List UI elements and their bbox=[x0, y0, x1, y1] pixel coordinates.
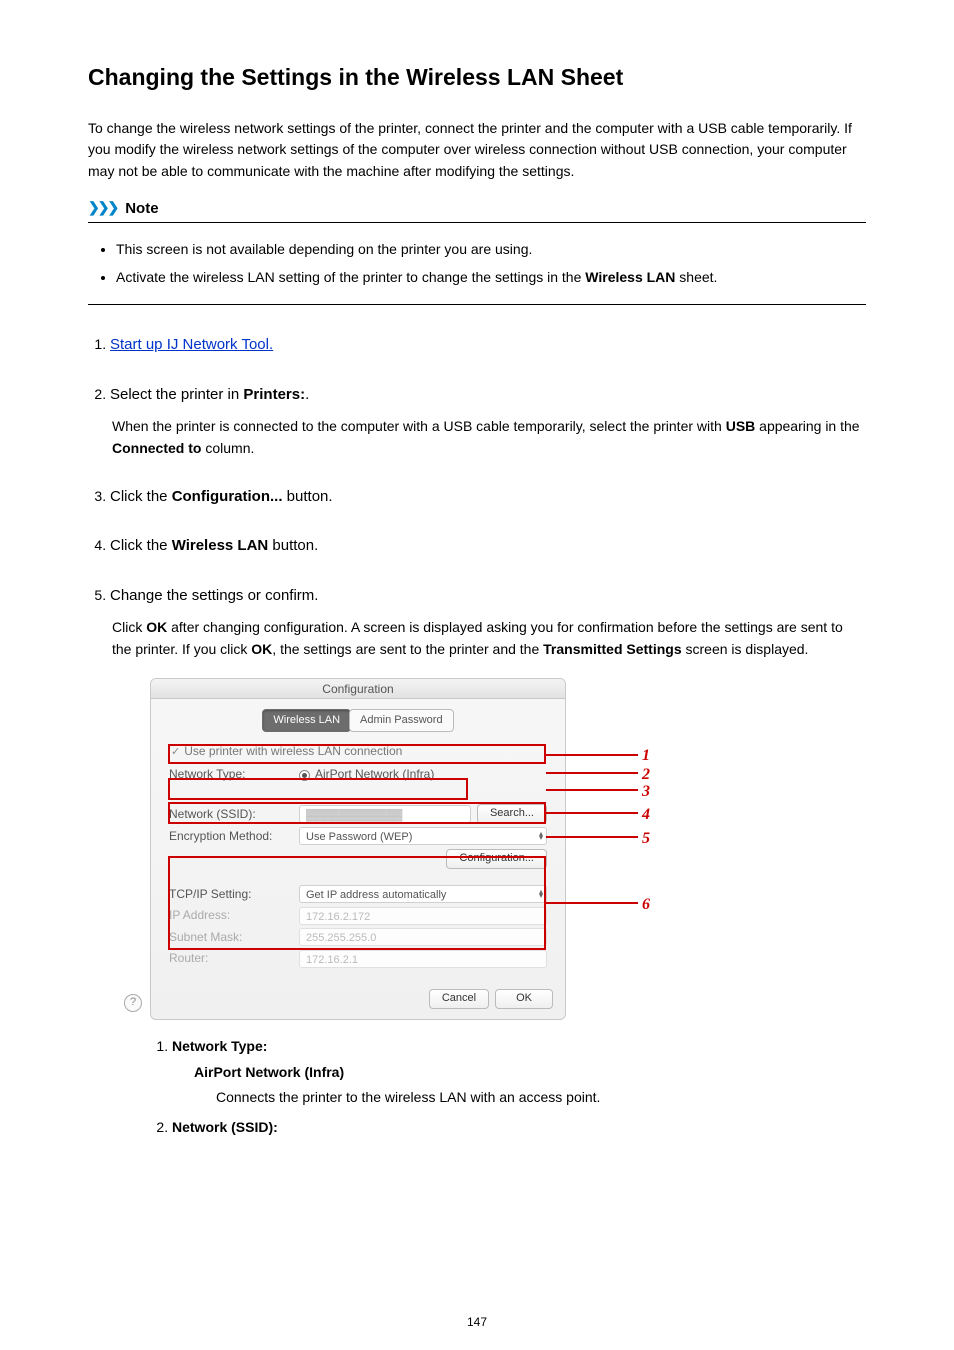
callout-num-4: 4 bbox=[642, 803, 650, 828]
intro-paragraph: To change the wireless network settings … bbox=[88, 118, 866, 183]
cancel-button[interactable]: Cancel bbox=[429, 989, 489, 1009]
subnet-mask-label: Subnet Mask: bbox=[169, 928, 299, 947]
config-dialog: Configuration Wireless LAN Admin Passwor… bbox=[150, 678, 566, 1020]
dialog-titlebar: Configuration bbox=[151, 679, 565, 699]
dialog-tabs: Wireless LAN Admin Password bbox=[151, 699, 565, 732]
use-printer-checkbox[interactable]: Use printer with wireless LAN connection bbox=[169, 742, 547, 761]
configuration-button[interactable]: Configuration... bbox=[446, 849, 547, 869]
search-button[interactable]: Search... bbox=[477, 804, 547, 824]
chevron-updown-icon: ▴▾ bbox=[539, 832, 543, 840]
steps-list: Start up IJ Network Tool. Select the pri… bbox=[88, 333, 866, 1138]
ip-address-label: IP Address: bbox=[169, 906, 299, 925]
page-title: Changing the Settings in the Wireless LA… bbox=[88, 60, 866, 96]
named-item-1: Network Type: AirPort Network (Infra) Co… bbox=[172, 1036, 866, 1109]
step-5-body: Click OK after changing configuration. A… bbox=[110, 617, 866, 660]
step-2: Select the printer in Printers:. When th… bbox=[110, 383, 866, 460]
note-item-2: Activate the wireless LAN setting of the… bbox=[116, 267, 866, 289]
page: Changing the Settings in the Wireless LA… bbox=[0, 0, 954, 1350]
page-number: 147 bbox=[467, 1313, 487, 1332]
network-type-value: AirPort Network (Infra) bbox=[315, 767, 434, 781]
note-header: ❯❯❯ Note bbox=[88, 197, 866, 223]
ip-address-field: 172.16.2.172 bbox=[299, 907, 547, 925]
step-2-body: When the printer is connected to the com… bbox=[110, 416, 866, 459]
note-arrows-icon: ❯❯❯ bbox=[88, 197, 117, 219]
router-label: Router: bbox=[169, 949, 299, 968]
tcpip-select[interactable]: Get IP address automatically bbox=[299, 885, 547, 903]
callout-num-3: 3 bbox=[642, 780, 650, 805]
start-ij-network-tool-link[interactable]: Start up IJ Network Tool. bbox=[110, 336, 273, 353]
config-dialog-figure: Configuration Wireless LAN Admin Passwor… bbox=[150, 678, 706, 1020]
subnet-mask-field: 255.255.255.0 bbox=[299, 928, 547, 946]
network-type-label: Network Type: bbox=[169, 765, 299, 784]
note-title: Note bbox=[125, 197, 158, 220]
step-4: Click the Wireless LAN button. bbox=[110, 534, 866, 557]
chevron-updown-icon: ▴▾ bbox=[539, 890, 543, 898]
callout-num-6: 6 bbox=[642, 893, 650, 918]
callout-num-5: 5 bbox=[642, 827, 650, 852]
note-item-1: This screen is not available depending o… bbox=[116, 239, 866, 261]
airport-radio[interactable] bbox=[299, 770, 310, 781]
help-icon[interactable]: ? bbox=[124, 994, 142, 1012]
tab-admin-password[interactable]: Admin Password bbox=[349, 709, 454, 732]
encryption-label: Encryption Method: bbox=[169, 827, 299, 846]
step-1: Start up IJ Network Tool. bbox=[110, 333, 866, 356]
router-field: 172.16.2.1 bbox=[299, 950, 547, 968]
ssid-field[interactable]: ▓▓▓▓▓▓▓▓▓▓▓▓ bbox=[299, 805, 471, 823]
note-block: ❯❯❯ Note This screen is not available de… bbox=[88, 197, 866, 306]
named-item-2: Network (SSID): bbox=[172, 1117, 866, 1139]
encryption-select[interactable]: Use Password (WEP) bbox=[299, 827, 547, 845]
step-5: Change the settings or confirm. Click OK… bbox=[110, 584, 866, 1139]
ok-button[interactable]: OK bbox=[495, 989, 553, 1009]
step-3: Click the Configuration... button. bbox=[110, 485, 866, 508]
ssid-label: Network (SSID): bbox=[169, 805, 299, 824]
note-body: This screen is not available depending o… bbox=[88, 223, 866, 305]
tcpip-label: TCP/IP Setting: bbox=[169, 885, 299, 904]
airport-network-title: AirPort Network (Infra) bbox=[194, 1064, 344, 1080]
tab-wireless-lan[interactable]: Wireless LAN bbox=[262, 709, 351, 732]
named-items-list: Network Type: AirPort Network (Infra) Co… bbox=[110, 1036, 866, 1139]
airport-network-desc: Connects the printer to the wireless LAN… bbox=[216, 1087, 866, 1109]
